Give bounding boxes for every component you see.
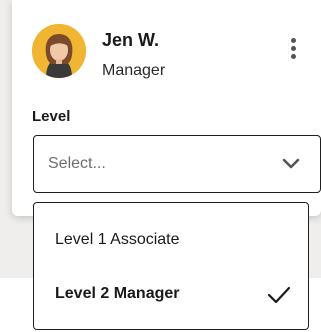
option-label: Level 2 Manager	[55, 285, 180, 302]
user-role: Manager	[102, 62, 166, 79]
level-dropdown-menu: Level 1 Associate Level 2 Manager	[33, 202, 309, 330]
more-options-button[interactable]	[284, 38, 302, 66]
user-name: Jen W.	[102, 30, 160, 50]
option-level-1-associate[interactable]: Level 1 Associate	[34, 214, 308, 268]
level-select[interactable]: Select...	[33, 135, 321, 193]
level-label: Level	[32, 108, 71, 125]
option-label: Level 1 Associate	[55, 231, 180, 248]
chevron-down-icon	[282, 158, 300, 169]
user-card: Jen W. Manager Level Select...	[12, 0, 321, 216]
more-vertical-icon	[284, 38, 302, 59]
avatar-portrait	[32, 24, 86, 78]
option-level-2-manager[interactable]: Level 2 Manager	[34, 268, 308, 322]
stage: Jen W. Manager Level Select... Level 1 A…	[0, 0, 321, 332]
avatar	[32, 24, 86, 78]
check-icon	[267, 286, 291, 304]
select-placeholder: Select...	[48, 155, 106, 172]
